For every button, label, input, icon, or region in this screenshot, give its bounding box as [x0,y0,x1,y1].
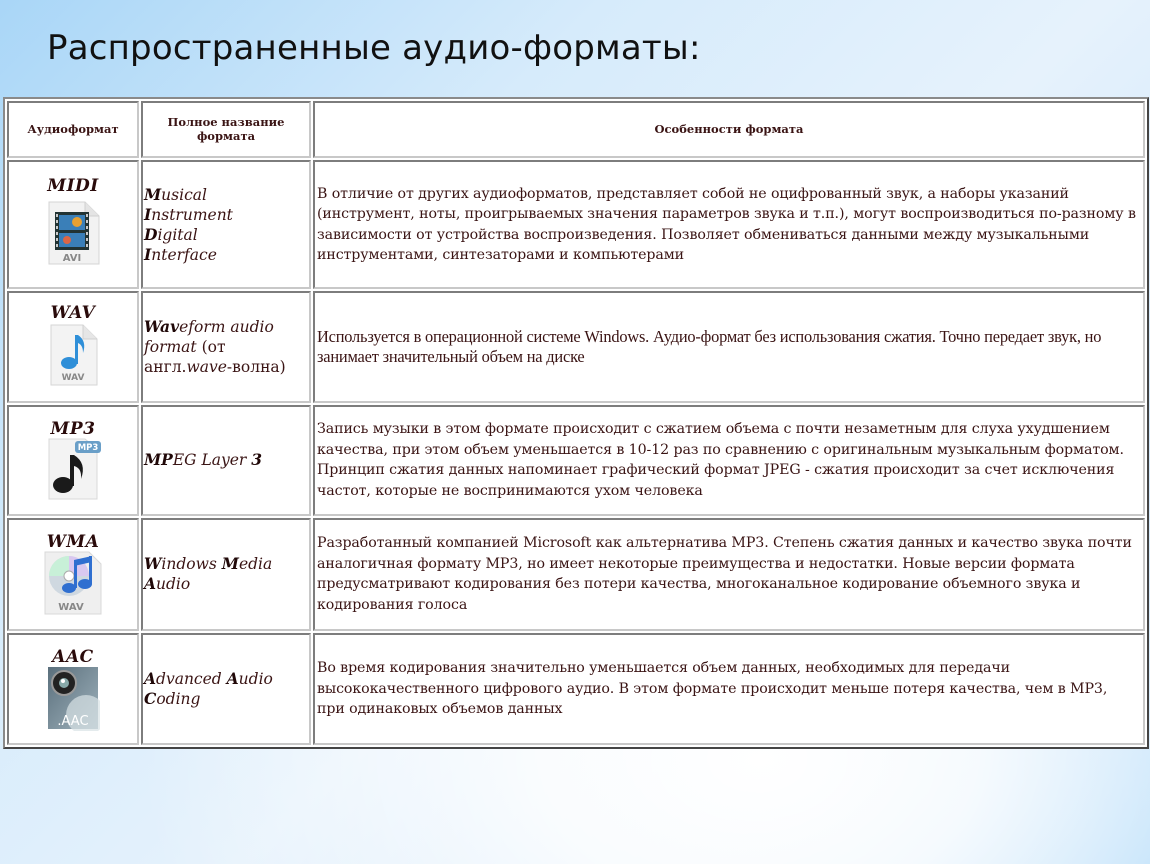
full-name-cell: Advanced Audio Coding [141,632,311,745]
format-cell: WAV WAV [7,291,139,403]
format-cell: WMA WAV [7,518,139,631]
full-name-cell: MPEG Layer 3 [141,404,311,517]
table-header-row: Аудиоформат Полное название формата Особ… [7,101,1145,158]
description-cell: Используется в операционной системе Wind… [313,291,1145,403]
description-cell: Разработанный компанией Microsoft как ал… [313,518,1145,631]
format-name: MIDI [47,175,99,196]
svg-text:MP3: MP3 [78,443,99,453]
mp3-file-icon: MP3 [48,438,101,500]
avi-file-icon: AVI [48,201,100,265]
format-name: MP3 [50,418,96,439]
svg-text:.AAC: .AAC [57,714,88,729]
wav-file-icon: WAV [50,324,98,386]
table-row-mp3: MP3 MP3 MPEG Layer 3 Запись музыки в это… [7,404,1145,517]
format-cell: MIDI AVI [7,159,139,290]
svg-text:AVI: AVI [63,253,82,264]
full-name-cell: Waveform audio format (от англ.wave-волн… [141,291,311,403]
slide-title: Распространенные аудио-форматы: [47,28,701,68]
full-name-cell: Musical Instrument Digital Interface [141,159,311,290]
header-full-name: Полное название формата [141,101,311,158]
description-cell: Запись музыки в этом формате происходит … [313,404,1145,517]
audio-formats-table: Аудиоформат Полное название формата Особ… [3,97,1149,749]
table-row-midi: MIDI AVI Musical Instrument Digital Inte… [7,159,1145,290]
format-name: WMA [46,532,100,553]
format-cell: MP3 MP3 [7,404,139,517]
header-features: Особенности формата [313,101,1145,158]
svg-text:WAV: WAV [62,373,85,383]
format-cell: AAC .AAC [7,632,139,745]
full-name-cell: Windows Media Audio [141,518,311,631]
format-name: WAV [50,303,96,324]
description-cell: В отличие от других аудиоформатов, предс… [313,159,1145,290]
table-row-wma: WMA WAV Windows Media Audio Разработанны… [7,518,1145,631]
header-format: Аудиоформат [7,101,139,158]
wma-file-icon: WAV [44,551,102,615]
format-name: AAC [52,646,94,667]
svg-text:WAV: WAV [58,602,84,613]
aac-file-icon: .AAC [48,666,100,731]
table-row-aac: AAC .AAC Advanced Audio Coding Во время … [7,632,1145,745]
description-cell: Во время кодирования значительно уменьша… [313,632,1145,745]
table-row-wav: WAV WAV Waveform audio format (от англ.w… [7,291,1145,403]
